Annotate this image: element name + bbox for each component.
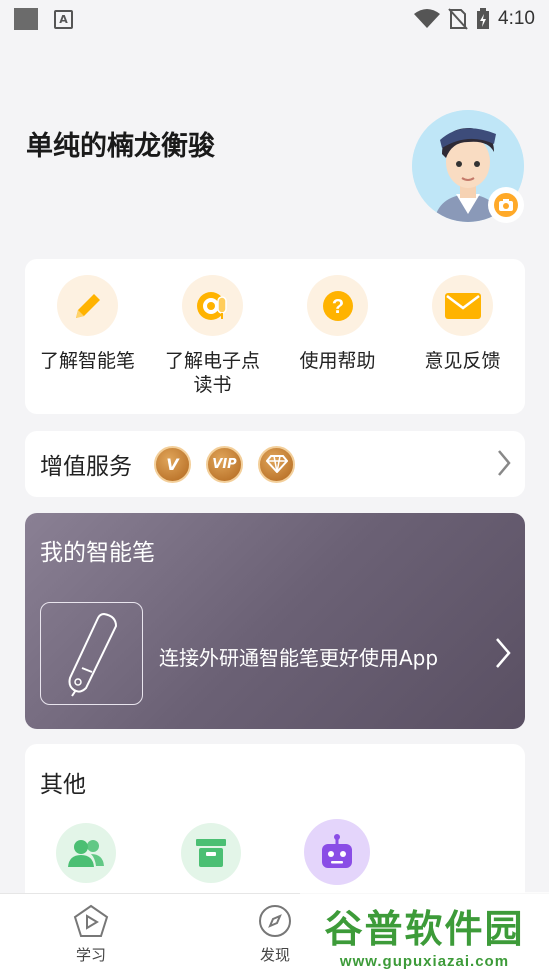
v-badge-icon: V	[154, 445, 191, 483]
watermark-logo: 谷普软件园	[324, 907, 525, 951]
pen-card-title: 我的智能笔	[40, 540, 155, 566]
other-card: 其他	[25, 744, 525, 904]
battery-charging-icon	[477, 8, 490, 29]
camera-button[interactable]	[488, 187, 524, 223]
status-time: 4:10	[498, 8, 535, 29]
quick-item-feedback[interactable]: 意见反馈	[400, 259, 525, 414]
box-icon	[196, 839, 226, 867]
user-name[interactable]: 单纯的楠龙衡骏	[26, 124, 215, 163]
quick-label: 意见反馈	[424, 350, 501, 372]
compass-icon	[259, 905, 291, 937]
quick-icon-bg	[182, 275, 243, 336]
tab-label: 发现	[259, 946, 290, 964]
audio-disc-icon	[196, 291, 227, 320]
other-item-group[interactable]	[56, 823, 116, 883]
group-icon	[68, 840, 104, 867]
wifi-icon	[414, 9, 441, 28]
chevron-right-icon	[498, 450, 511, 476]
watermark-url: www.gupuxiazai.com	[339, 953, 510, 970]
diamond-badge-icon	[258, 445, 295, 483]
other-title: 其他	[40, 772, 86, 798]
smart-pen-icon	[68, 612, 117, 697]
quick-icon-bg	[432, 275, 493, 336]
quick-actions-card: 了解智能笔 了解电子点读书 ? 使用帮助 意见反馈	[25, 259, 525, 414]
svg-text:?: ?	[331, 296, 343, 318]
pencil-icon	[75, 293, 100, 318]
quick-item-help[interactable]: ? 使用帮助	[275, 259, 400, 414]
no-sim-icon	[448, 8, 468, 30]
pen-image-box	[40, 602, 143, 705]
quick-label: 了解智能笔	[39, 350, 135, 372]
vip-title: 增值服务	[40, 454, 132, 480]
vip-badge-icon: VIP	[206, 445, 243, 483]
quick-item-learn-pen[interactable]: 了解智能笔	[25, 259, 150, 414]
mail-icon	[444, 292, 481, 319]
camera-icon	[494, 193, 518, 217]
other-item-box[interactable]	[181, 823, 241, 883]
tab-label: 学习	[75, 946, 106, 964]
status-bar: A 4:10	[0, 0, 549, 38]
quick-icon-bg	[57, 275, 118, 336]
value-added-services-row[interactable]: 增值服务 V VIP	[25, 431, 525, 497]
quick-label: 了解电子点读书	[164, 350, 260, 396]
quick-item-learn-book[interactable]: 了解电子点读书	[150, 259, 275, 414]
quick-label: 使用帮助	[299, 350, 376, 372]
connect-pen-link[interactable]: 连接外研通智能笔更好使用App	[159, 642, 438, 671]
chevron-right-icon	[496, 638, 511, 668]
question-icon: ?	[322, 290, 353, 321]
a-icon: A	[54, 9, 73, 29]
quick-icon-bg: ?	[307, 275, 368, 336]
notification-square-icon	[14, 8, 38, 30]
my-pen-card: 我的智能笔 连接外研通智能笔更好使用App	[25, 513, 525, 729]
watermark: 谷普软件园 www.gupuxiazai.com	[300, 892, 549, 976]
play-pentagon-icon	[73, 904, 109, 937]
other-item-robot[interactable]	[304, 819, 370, 885]
robot-icon	[322, 834, 352, 868]
tab-learn[interactable]: 学习	[46, 904, 136, 965]
